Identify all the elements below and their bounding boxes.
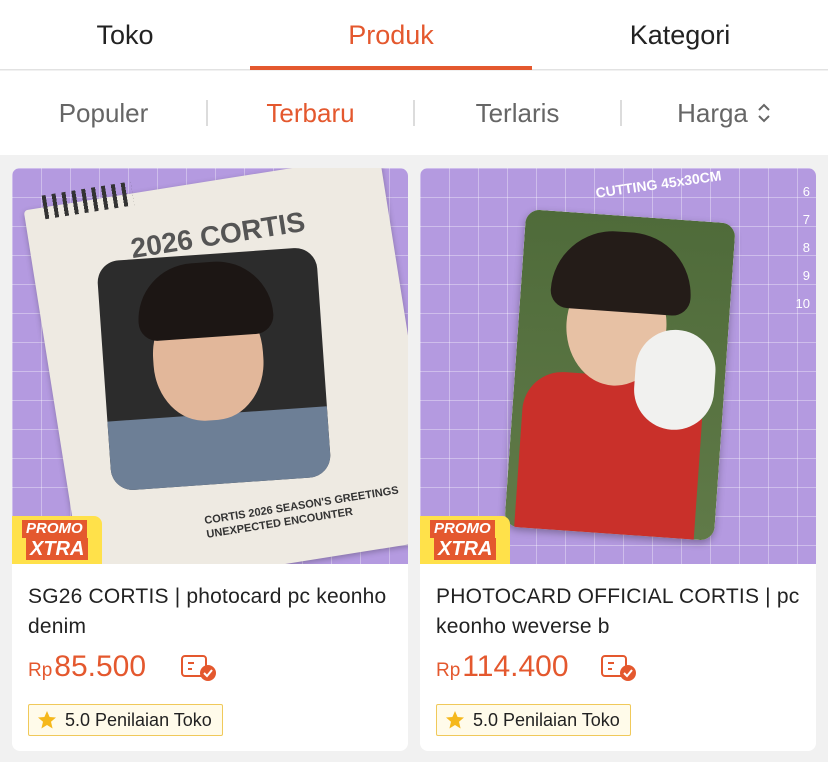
sort-harga-label: Harga [677,97,748,128]
shipping-voucher-icon [601,655,636,681]
ruler-numbers: 6 7 8 9 10 [795,184,810,311]
hair [134,257,275,343]
product-image[interactable]: 2026 CORTIS SEASON'S GREETING Unexpected… [12,168,408,564]
sort-arrows-icon [758,103,770,123]
currency: Rp [436,660,461,681]
promo-label: PROMO [430,520,495,538]
photocard [504,209,736,541]
tab-kategori[interactable]: Kategori [532,0,828,70]
promo-xtra-badge: PROMO XTRA [420,516,510,564]
tab-produk[interactable]: Produk [250,0,532,70]
rating-text: 5.0 Penilaian Toko [65,709,212,730]
product-name[interactable]: SG26 CORTIS | photocard pc keonho denim [28,582,398,642]
star-icon [446,711,464,729]
active-tab-indicator [250,66,532,70]
product-image[interactable]: CUTTING 45x30CM 6 7 8 9 10 PROMO XTRA [420,168,816,564]
rating-text: 5.0 Penilaian Toko [473,709,620,730]
shipping-voucher-icon [181,655,216,681]
price-value: 85.500 [54,650,147,683]
sort-bar: Populer Terbaru Terlaris Harga [0,71,828,155]
xtra-label: XTRA [26,538,89,560]
product-card[interactable]: CUTTING 45x30CM 6 7 8 9 10 PROMO XTRA PH… [420,168,816,751]
shop-rating-badge: 5.0 Penilaian Toko [436,704,631,736]
product-price: Rp 114.400 [436,650,569,684]
product-price: Rp 85.500 [28,650,146,684]
price-value: 114.400 [462,650,569,683]
tab-toko[interactable]: Toko [0,0,250,70]
promo-xtra-badge: PROMO XTRA [12,516,102,564]
calendar-footer: CORTIS 2026 SEASON'S GREETINGS UNEXPECTE… [203,484,400,541]
photocard [96,246,332,492]
promo-label: PROMO [22,520,87,538]
currency: Rp [28,660,53,681]
product-name[interactable]: PHOTOCARD OFFICIAL CORTIS | pc keonho we… [436,582,806,642]
top-tab-bar: Toko Produk Kategori [0,0,828,70]
sort-terbaru[interactable]: Terbaru [207,71,414,155]
sort-populer[interactable]: Populer [0,71,207,155]
shop-rating-badge: 5.0 Penilaian Toko [28,704,223,736]
sort-terlaris[interactable]: Terlaris [414,71,621,155]
sort-harga[interactable]: Harga [621,71,828,155]
xtra-label: XTRA [434,538,497,560]
product-card[interactable]: 2026 CORTIS SEASON'S GREETING Unexpected… [12,168,408,751]
star-icon [38,711,56,729]
